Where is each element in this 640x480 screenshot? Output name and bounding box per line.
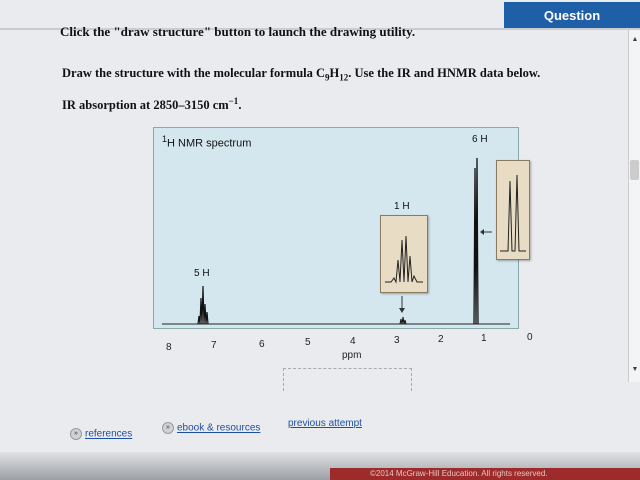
- label-6h: 6 H: [472, 134, 488, 145]
- tick-5: 5: [305, 337, 311, 348]
- inset-6h-plot: [500, 174, 526, 252]
- previous-attempt-link[interactable]: previous attempt: [288, 418, 362, 429]
- ir-main: IR absorption at 2850–3150 cm: [62, 98, 229, 113]
- inset-6h-trace: [500, 174, 526, 252]
- tick-7: 7: [211, 340, 217, 351]
- tick-8: 8: [166, 342, 172, 353]
- references-label: references: [85, 428, 133, 440]
- nmr-spectrum: 1H NMR spectrum 5 H 1 H 6 H: [153, 127, 530, 329]
- prompt-b: H: [329, 66, 340, 80]
- copyright-footer: ©2014 McGraw-Hill Education. All rights …: [330, 468, 640, 480]
- ir-text: IR absorption at 2850–3150 cm−1.: [62, 96, 241, 113]
- tick-3: 3: [394, 335, 400, 346]
- tick-4: 4: [350, 336, 356, 347]
- ir-end: .: [238, 98, 242, 113]
- tick-0: 0: [527, 332, 533, 343]
- prompt-a: Draw the structure with the molecular fo…: [62, 66, 326, 80]
- label-5h: 5 H: [194, 268, 210, 279]
- draw-structure-placeholder[interactable]: [283, 368, 412, 391]
- tick-2: 2: [438, 334, 444, 345]
- instruction-text: Click the "draw structure" button to lau…: [60, 24, 416, 39]
- ir-sup: −1: [228, 96, 239, 106]
- tick-6: 6: [259, 339, 265, 350]
- scroll-down-icon[interactable]: ▼: [629, 366, 640, 376]
- question-tab[interactable]: Question: [504, 2, 640, 28]
- inset-1h: [380, 215, 428, 293]
- scroll-up-icon[interactable]: ▲: [629, 36, 640, 46]
- spectrum-plot: [162, 157, 510, 325]
- ebook-link[interactable]: » ebook & resources: [162, 422, 260, 434]
- references-link[interactable]: » references: [70, 428, 132, 440]
- arrow-1h-head: [399, 308, 405, 313]
- prompt-c: . Use the IR and HNMR data below.: [348, 66, 541, 80]
- tick-1: 1: [481, 333, 487, 344]
- inset-6h: [496, 160, 530, 260]
- peak-5h: [197, 285, 209, 325]
- chevron-icon: »: [162, 422, 174, 434]
- prompt-sub2: 12: [339, 72, 349, 83]
- peak-1h: [399, 316, 407, 325]
- ebook-label: ebook & resources: [177, 422, 261, 434]
- chevron-icon: »: [70, 428, 82, 440]
- scrollbar[interactable]: ▲ ▼: [628, 30, 640, 382]
- arrow-6h-head: [480, 229, 484, 235]
- screen: Question Click the "draw structure" butt…: [0, 0, 640, 480]
- inset-1h-plot: [385, 235, 423, 284]
- inset-1h-trace: [385, 235, 423, 284]
- label-1h: 1 H: [394, 201, 410, 212]
- x-axis-label: ppm: [342, 350, 362, 361]
- scroll-thumb[interactable]: [630, 160, 639, 180]
- prompt-text: Draw the structure with the molecular fo…: [62, 66, 540, 83]
- peak-6h: [473, 157, 479, 325]
